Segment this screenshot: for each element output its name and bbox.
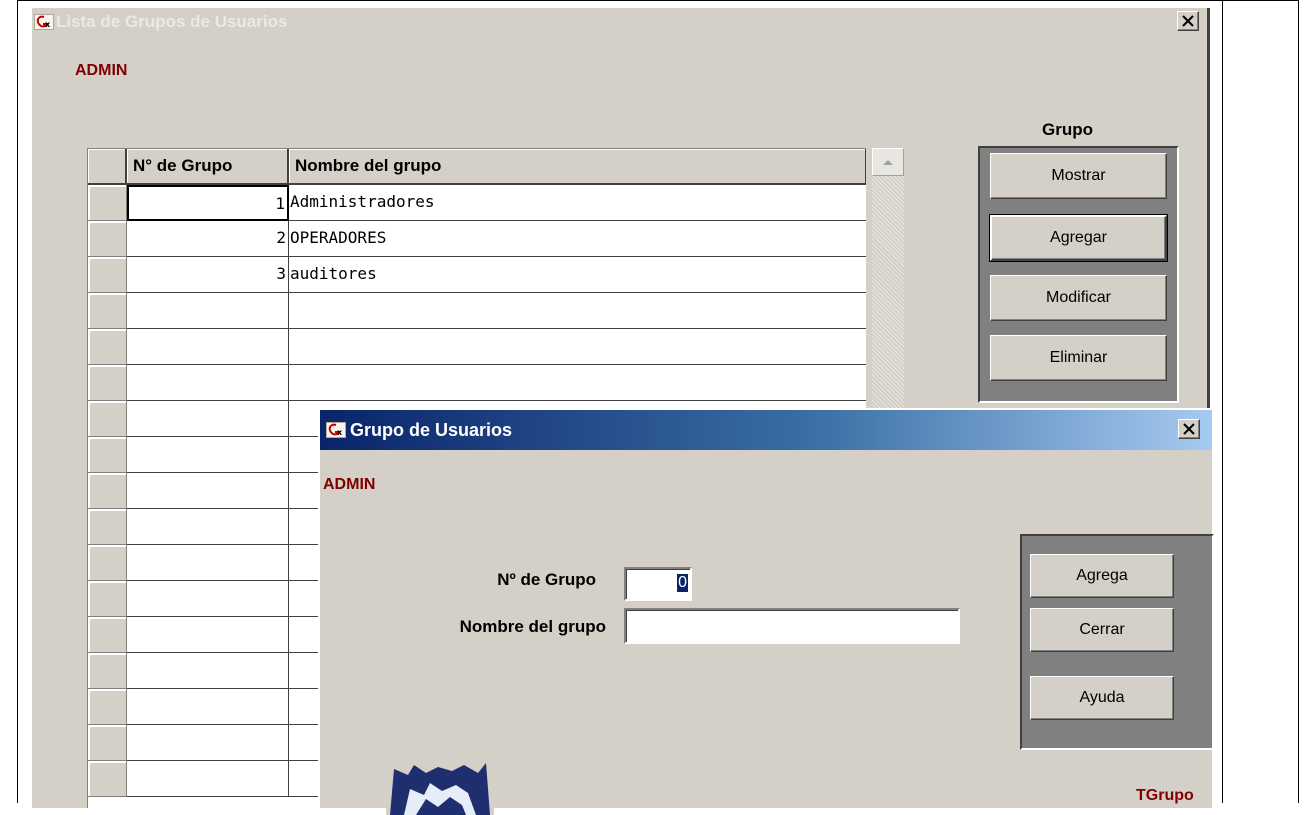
group-number-value: 0: [677, 574, 688, 592]
column-header-group-number[interactable]: N° de Grupo: [127, 149, 289, 185]
row-selector[interactable]: [88, 761, 127, 797]
main-close-button[interactable]: [1177, 11, 1199, 31]
cell-group-number[interactable]: [127, 689, 289, 725]
row-selector[interactable]: [88, 689, 127, 725]
cell-group-number[interactable]: [127, 581, 289, 617]
cell-group-name[interactable]: auditores: [289, 257, 866, 293]
grid-corner-cell[interactable]: [88, 149, 127, 185]
row-selector[interactable]: [88, 473, 127, 509]
row-selector[interactable]: [88, 509, 127, 545]
svg-text:x: x: [337, 428, 343, 437]
row-selector[interactable]: [88, 365, 127, 401]
row-selector[interactable]: [88, 437, 127, 473]
group-name-field[interactable]: [624, 608, 960, 644]
group-number-label: Nº de Grupo: [497, 570, 596, 589]
company-logo: [386, 755, 494, 815]
dialog-title: Grupo de Usuarios: [350, 419, 513, 440]
cell-group-number[interactable]: [127, 617, 289, 653]
cell-group-number[interactable]: [127, 725, 289, 761]
cell-group-number[interactable]: [127, 545, 289, 581]
dialog-user-label: ADMIN: [323, 476, 376, 493]
add-button[interactable]: Agregar: [989, 214, 1168, 262]
close-icon: [1183, 423, 1195, 435]
row-selector[interactable]: [88, 617, 127, 653]
main-user-label: ADMIN: [75, 62, 128, 79]
main-titlebar[interactable]: x Lista de Grupos de Usuarios: [32, 8, 1207, 36]
column-header-group-name[interactable]: Nombre del grupo: [289, 149, 866, 185]
cell-group-number[interactable]: 2: [127, 221, 289, 257]
group-name-label: Nombre del grupo: [459, 617, 606, 636]
modify-button[interactable]: Modificar: [990, 275, 1167, 321]
row-selector[interactable]: [88, 257, 127, 293]
cell-group-number[interactable]: [127, 401, 289, 437]
close-icon: [1182, 15, 1194, 27]
cell-group-number[interactable]: [127, 293, 289, 329]
cell-group-number[interactable]: [127, 473, 289, 509]
dialog-app-icon: x: [326, 422, 346, 438]
delete-button[interactable]: Eliminar: [990, 335, 1167, 381]
cell-group-number[interactable]: 1: [127, 185, 289, 221]
cell-group-number[interactable]: [127, 509, 289, 545]
group-panel-title: Grupo: [1042, 120, 1093, 139]
row-selector[interactable]: [88, 653, 127, 689]
cell-group-number[interactable]: [127, 653, 289, 689]
cell-group-name[interactable]: [289, 365, 866, 401]
dialog-close-button[interactable]: [1178, 419, 1200, 439]
help-button[interactable]: Ayuda: [1030, 676, 1174, 720]
table-row[interactable]: [88, 365, 866, 401]
table-row[interactable]: 3 auditores: [88, 257, 866, 293]
cell-group-name[interactable]: [289, 329, 866, 365]
cell-group-number[interactable]: [127, 365, 289, 401]
app-icon: x: [34, 14, 54, 30]
table-row[interactable]: 2 OPERADORES: [88, 221, 866, 257]
row-selector[interactable]: [88, 185, 127, 221]
table-row[interactable]: [88, 329, 866, 365]
table-row[interactable]: 1 Administradores: [88, 185, 866, 221]
grid-header: N° de Grupo Nombre del grupo: [88, 149, 866, 185]
row-selector[interactable]: [88, 329, 127, 365]
row-selector[interactable]: [88, 221, 127, 257]
row-selector[interactable]: [88, 293, 127, 329]
agrega-button[interactable]: Agrega: [1030, 554, 1174, 598]
table-row[interactable]: [88, 293, 866, 329]
cell-group-number[interactable]: 3: [127, 257, 289, 293]
close-button[interactable]: Cerrar: [1030, 608, 1174, 652]
cell-group-number[interactable]: [127, 329, 289, 365]
row-selector[interactable]: [88, 401, 127, 437]
scroll-up-arrow-icon: [883, 160, 893, 165]
cell-group-number[interactable]: [127, 761, 289, 797]
cell-group-number[interactable]: [127, 437, 289, 473]
scroll-up-button[interactable]: [872, 148, 904, 176]
main-window-title: Lista de Grupos de Usuarios: [56, 12, 288, 31]
form-tag-label: TGrupo: [1136, 787, 1194, 804]
cell-group-name[interactable]: OPERADORES: [289, 221, 866, 257]
cell-group-name[interactable]: Administradores: [289, 185, 866, 221]
cell-group-name[interactable]: [289, 293, 866, 329]
dialog-titlebar[interactable]: x Grupo de Usuarios: [320, 410, 1212, 450]
group-number-field[interactable]: 0: [624, 567, 692, 601]
divider-line: [1222, 0, 1223, 803]
show-button[interactable]: Mostrar: [990, 153, 1167, 199]
row-selector[interactable]: [88, 545, 127, 581]
row-selector[interactable]: [88, 581, 127, 617]
svg-text:x: x: [45, 20, 51, 29]
row-selector[interactable]: [88, 725, 127, 761]
user-group-dialog: x Grupo de Usuarios ADMIN Nº de Grupo 0 …: [318, 408, 1214, 815]
